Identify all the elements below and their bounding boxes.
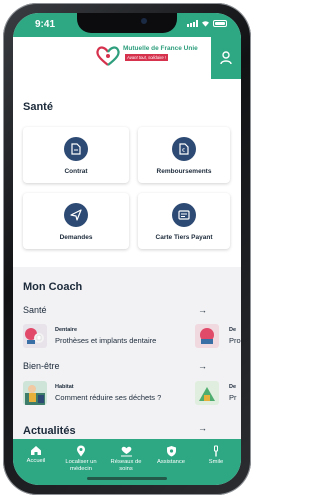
coach-item-category: Dentaire — [55, 327, 78, 333]
card-label: Demandes — [59, 234, 93, 241]
euro-document-icon: € — [172, 137, 196, 161]
habitat-illustration — [23, 381, 47, 405]
coach-bienetre-label: Bien-être — [23, 361, 60, 371]
tab-label: Localiser un médecin — [65, 459, 97, 472]
heart-hand-icon — [120, 446, 132, 457]
tab-assistance[interactable]: Assistance — [148, 445, 194, 466]
actualites-title: Actualités — [23, 425, 76, 437]
status-time: 9:41 — [35, 19, 56, 30]
card-contrat[interactable]: Contrat — [23, 127, 129, 183]
send-icon — [64, 203, 88, 227]
coach-item-title-peek[interactable]: Pr — [229, 393, 237, 402]
habitat-illustration-peek — [195, 381, 219, 405]
actualites-arrow[interactable]: → — [198, 423, 207, 433]
battery-icon — [213, 20, 227, 27]
location-pin-icon — [77, 445, 85, 457]
phone-frame: 9:41 Mutuelle de France Unie Avant tout,… — [3, 3, 251, 495]
user-icon — [220, 51, 232, 65]
card-label: Remboursements — [156, 168, 212, 175]
toothbrush-icon — [214, 445, 218, 457]
coach-item-title[interactable]: Prothèses et implants dentaire — [55, 336, 156, 345]
tab-label: Smile — [208, 459, 224, 465]
coach-bienetre-arrow[interactable]: → — [198, 361, 207, 371]
card-label: Contrat — [64, 168, 88, 175]
coach-item-category-peek: De — [229, 384, 237, 390]
home-indicator[interactable] — [87, 477, 167, 480]
brand-name: Mutuelle de France Unie — [123, 45, 198, 52]
coach-section: Mon Coach Santé → Dentaire Prothèses et … — [13, 267, 241, 439]
signal-icon — [187, 20, 198, 27]
card-demandes[interactable]: Demandes — [23, 193, 129, 249]
shield-icon — [166, 446, 176, 457]
scroll-content[interactable]: Santé Contrat € Remboursements Demandes … — [13, 79, 241, 439]
tab-accueil[interactable]: Accueil — [13, 445, 59, 465]
coach-sante-arrow[interactable]: → — [198, 305, 207, 315]
coach-item-category: Habitat — [55, 384, 74, 390]
brand-tagline: Avant tout, solidaire ! — [125, 54, 169, 61]
card-remboursements[interactable]: € Remboursements — [138, 127, 230, 183]
document-icon — [64, 137, 88, 161]
card-label: Carte Tiers Payant — [155, 234, 213, 241]
dental-illustration — [23, 324, 47, 348]
dental-illustration-peek — [195, 324, 219, 348]
logo-heart-icon — [96, 46, 120, 66]
tab-label: Réseaux de soins — [110, 459, 142, 472]
coach-sante-label: Santé — [23, 305, 47, 315]
coach-item-category-peek: De — [229, 327, 237, 333]
tab-reseaux-de-soins[interactable]: Réseaux de soins — [103, 445, 149, 473]
wifi-icon — [202, 21, 209, 27]
home-icon — [31, 446, 41, 455]
brand-logo: Mutuelle de France Unie Avant tout, soli… — [95, 43, 213, 73]
sante-section: Santé Contrat € Remboursements Demandes … — [13, 79, 241, 267]
tab-label: Accueil — [26, 458, 46, 464]
notch — [77, 13, 177, 33]
svg-text:€: € — [182, 148, 185, 154]
coach-item-title-peek[interactable]: Pro — [229, 336, 241, 345]
tab-localiser-medecin[interactable]: Localiser un médecin — [58, 445, 104, 473]
app-header: Mutuelle de France Unie Avant tout, soli… — [13, 37, 241, 79]
card-carte-tiers-payant[interactable]: Carte Tiers Payant — [138, 193, 230, 249]
account-button[interactable] — [211, 37, 241, 79]
tab-smile[interactable]: Smile — [193, 445, 239, 466]
card-icon — [172, 203, 196, 227]
sante-title: Santé — [23, 101, 53, 113]
tab-label: Assistance — [156, 459, 186, 465]
coach-item-title[interactable]: Comment réduire ses déchets ? — [55, 393, 161, 402]
app-screen: 9:41 Mutuelle de France Unie Avant tout,… — [13, 13, 241, 485]
coach-title: Mon Coach — [23, 281, 83, 293]
